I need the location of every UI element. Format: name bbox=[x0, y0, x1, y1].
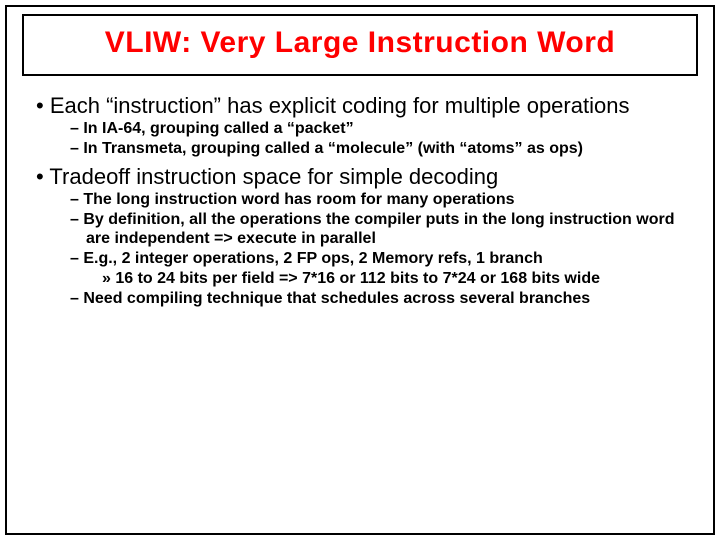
bullet-level2: The long instruction word has room for m… bbox=[26, 191, 700, 210]
slide-title: VLIW: Very Large Instruction Word bbox=[39, 26, 681, 60]
bullet-level2: By definition, all the operations the co… bbox=[26, 211, 700, 249]
bullet-level2: In IA-64, grouping called a “packet” bbox=[26, 120, 700, 139]
bullet-level2: E.g., 2 integer operations, 2 FP ops, 2 … bbox=[26, 250, 700, 269]
bullet-level2: In Transmeta, grouping called a “molecul… bbox=[26, 140, 700, 159]
title-box: VLIW: Very Large Instruction Word bbox=[22, 14, 698, 76]
bullet-level1: Each “instruction” has explicit coding f… bbox=[26, 93, 700, 118]
slide-content: Each “instruction” has explicit coding f… bbox=[26, 93, 700, 310]
bullet-level3: 16 to 24 bits per field => 7*16 or 112 b… bbox=[26, 270, 700, 289]
bullet-level2: Need compiling technique that schedules … bbox=[26, 290, 700, 309]
bullet-level1: Tradeoff instruction space for simple de… bbox=[26, 164, 700, 189]
